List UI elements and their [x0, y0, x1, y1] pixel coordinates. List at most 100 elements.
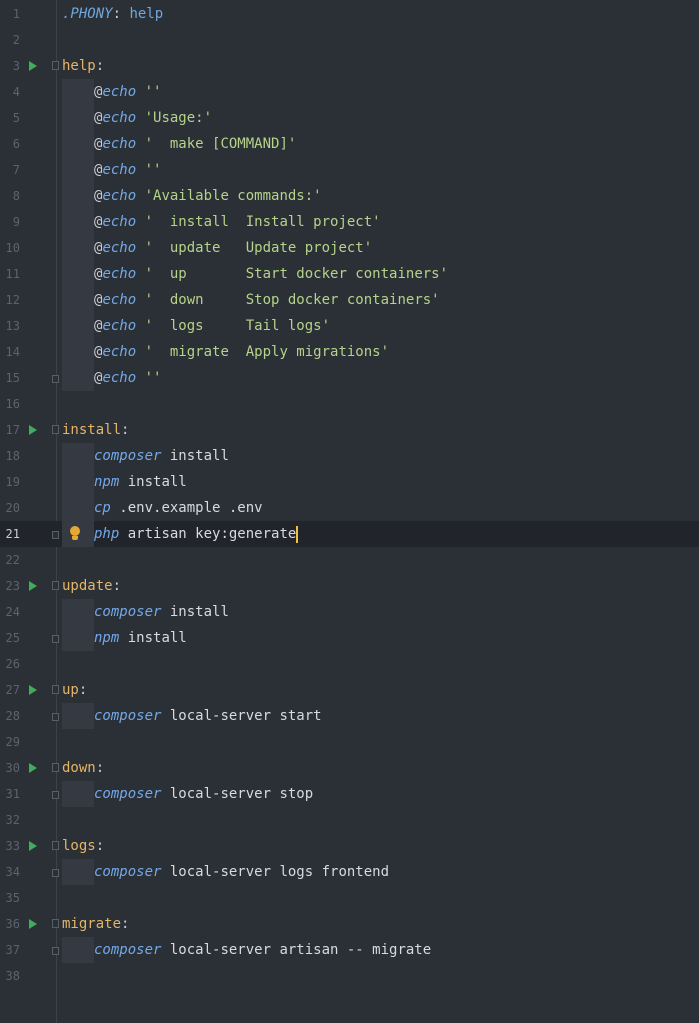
recipe-command: npm install — [94, 625, 187, 651]
run-target-icon[interactable] — [29, 581, 37, 591]
line-number: 19 — [5, 475, 20, 489]
code-line[interactable]: 28 composer local-server start — [0, 703, 699, 729]
command-argument: install — [127, 630, 187, 646]
fold-marker-icon[interactable] — [52, 425, 59, 434]
run-target-icon[interactable] — [29, 841, 37, 851]
code-line[interactable]: 29 — [0, 729, 699, 755]
run-target-icon[interactable] — [29, 763, 37, 773]
line-number: 32 — [5, 813, 20, 827]
line-number: 2 — [12, 33, 20, 47]
code-line[interactable]: 20 cp .env.example .env — [0, 495, 699, 521]
indent-guide — [62, 313, 94, 339]
target-name: update — [62, 578, 113, 594]
fold-marker-icon[interactable] — [52, 763, 59, 772]
target-colon: : — [95, 838, 105, 854]
recipe-command: @echo 'Available commands:' — [94, 183, 322, 209]
indent-guide — [62, 261, 94, 287]
line-number: 29 — [5, 735, 20, 749]
indent-guide — [62, 157, 94, 183]
run-target-icon[interactable] — [29, 61, 37, 71]
code-line[interactable]: 17 install: — [0, 417, 699, 443]
fold-end-marker-icon[interactable] — [52, 531, 59, 539]
code-line[interactable]: 33 logs: — [0, 833, 699, 859]
line-number: 38 — [5, 969, 20, 983]
code-line[interactable]: 11 @echo ' up Start docker containers' — [0, 261, 699, 287]
fold-end-marker-icon[interactable] — [52, 869, 59, 877]
code-line[interactable]: 26 — [0, 651, 699, 677]
code-line[interactable]: 30 down: — [0, 755, 699, 781]
fold-marker-icon[interactable] — [52, 919, 59, 928]
fold-marker-icon[interactable] — [52, 581, 59, 590]
code-line[interactable]: 19 npm install — [0, 469, 699, 495]
code-line[interactable]: 1 .PHONY: help — [0, 1, 699, 27]
fold-end-marker-icon[interactable] — [52, 713, 59, 721]
fold-end-marker-icon[interactable] — [52, 947, 59, 955]
line-number: 12 — [5, 293, 20, 307]
command-name: php — [94, 526, 120, 542]
fold-end-marker-icon[interactable] — [52, 375, 59, 383]
command-argument: 'Usage:' — [144, 110, 213, 126]
code-line[interactable]: 8 @echo 'Available commands:' — [0, 183, 699, 209]
code-line[interactable]: 13 @echo ' logs Tail logs' — [0, 313, 699, 339]
recipe-command: composer install — [94, 443, 229, 469]
code-line[interactable]: 25 npm install — [0, 625, 699, 651]
indent-guide — [62, 937, 94, 963]
recipe-command: php artisan key:generate — [94, 521, 299, 547]
command-name: echo — [102, 136, 137, 152]
code-line[interactable]: 5 @echo 'Usage:' — [0, 105, 699, 131]
command-name: npm — [94, 474, 120, 490]
code-line[interactable]: 9 @echo ' install Install project' — [0, 209, 699, 235]
indent-guide — [62, 79, 94, 105]
code-line[interactable]: 15 @echo '' — [0, 365, 699, 391]
code-line[interactable]: 14 @echo ' migrate Apply migrations' — [0, 339, 699, 365]
fold-end-marker-icon[interactable] — [52, 635, 59, 643]
command-argument: '' — [144, 162, 162, 178]
code-line[interactable]: 7 @echo '' — [0, 157, 699, 183]
code-line[interactable]: 12 @echo ' down Stop docker containers' — [0, 287, 699, 313]
fold-marker-icon[interactable] — [52, 61, 59, 70]
run-target-icon[interactable] — [29, 425, 37, 435]
fold-end-marker-icon[interactable] — [52, 791, 59, 799]
phony-target: help — [129, 6, 164, 22]
fold-marker-icon[interactable] — [52, 685, 59, 694]
indent-guide — [62, 235, 94, 261]
line-number: 22 — [5, 553, 20, 567]
code-line[interactable]: 27 up: — [0, 677, 699, 703]
command-argument: .env.example .env — [119, 500, 263, 516]
recipe-command: @echo 'Usage:' — [94, 105, 212, 131]
code-line[interactable]: 31 composer local-server stop — [0, 781, 699, 807]
line-number: 26 — [5, 657, 20, 671]
fold-marker-icon[interactable] — [52, 841, 59, 850]
line-number: 4 — [12, 85, 20, 99]
code-editor[interactable]: 1 .PHONY: help 2 3 help: 4 @echo '' 5 @echo 'Usa… — [0, 0, 699, 1023]
code-line[interactable]: 35 — [0, 885, 699, 911]
code-line[interactable]: 22 — [0, 547, 699, 573]
code-line[interactable]: 23 update: — [0, 573, 699, 599]
command-argument: ' logs Tail logs' — [144, 318, 331, 334]
intention-bulb-icon[interactable] — [70, 526, 80, 540]
target-colon: : — [95, 760, 105, 776]
code-line[interactable]: 36 migrate: — [0, 911, 699, 937]
run-target-icon[interactable] — [29, 919, 37, 929]
code-line[interactable]: 21 php artisan key:generate — [0, 521, 699, 547]
command-name: echo — [102, 188, 137, 204]
target-colon: : — [78, 682, 88, 698]
code-line[interactable]: 18 composer install — [0, 443, 699, 469]
code-line[interactable]: 37 composer local-server artisan -- migra… — [0, 937, 699, 963]
code-line[interactable]: 32 — [0, 807, 699, 833]
code-line[interactable]: 3 help: — [0, 53, 699, 79]
code-line[interactable]: 38 — [0, 963, 699, 989]
command-name: echo — [102, 292, 137, 308]
line-number: 28 — [5, 709, 20, 723]
code-line[interactable]: 24 composer install — [0, 599, 699, 625]
code-line[interactable]: 16 — [0, 391, 699, 417]
code-line[interactable]: 6 @echo ' make [COMMAND]' — [0, 131, 699, 157]
run-target-icon[interactable] — [29, 685, 37, 695]
code-line[interactable]: 34 composer local-server logs frontend — [0, 859, 699, 885]
target-colon: : — [95, 58, 105, 74]
code-line[interactable]: 2 — [0, 27, 699, 53]
line-number: 23 — [5, 579, 20, 593]
code-line[interactable]: 4 @echo '' — [0, 79, 699, 105]
code-line[interactable]: 10 @echo ' update Update project' — [0, 235, 699, 261]
line-number: 5 — [12, 111, 20, 125]
